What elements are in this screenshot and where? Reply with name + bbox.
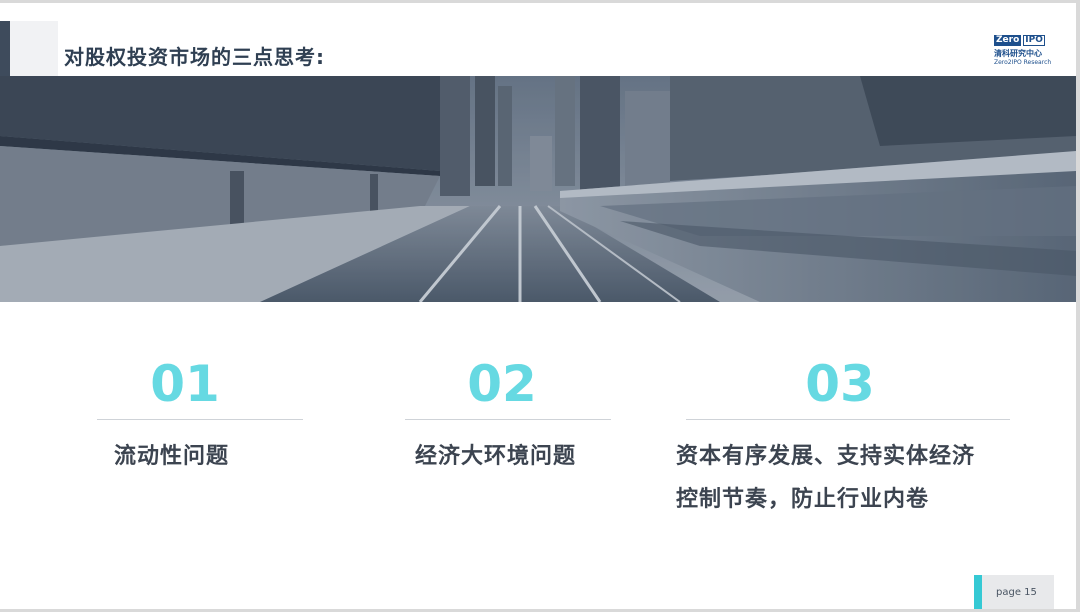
logo-chinese-name: 清科研究中心 — [994, 49, 1042, 58]
page-title: 对股权投资市场的三点思考: — [64, 45, 325, 69]
slide: 对股权投资市场的三点思考: Zero IPO 清科研究中心 Zero2IPO R… — [0, 3, 1076, 609]
page-indicator-accent — [974, 575, 982, 609]
point-3-label-line-1: 资本有序发展、支持实体经济 — [676, 444, 976, 469]
logo-word-left: Zero — [994, 35, 1022, 46]
logo-wordmark: Zero IPO — [994, 35, 1048, 46]
title-accent-box — [10, 21, 58, 77]
point-2-label: 经济大环境问题 — [415, 444, 577, 469]
logo-english-name: Zero2IPO Research — [994, 59, 1052, 66]
point-2-divider — [405, 419, 611, 420]
point-1-divider — [97, 419, 303, 420]
banner-image-train-tracks — [0, 76, 1076, 302]
zero2ipo-logo: Zero IPO 清科研究中心 Zero2IPO Research — [994, 35, 1052, 69]
point-1-number: 01 — [150, 355, 220, 413]
point-3-label-line-2: 控制节奏，防止行业内卷 — [676, 487, 930, 512]
point-1-label: 流动性问题 — [114, 444, 230, 469]
logo-word-right: IPO — [1023, 35, 1045, 46]
point-3-number: 03 — [805, 355, 875, 413]
point-3-divider — [686, 419, 1010, 420]
page-number: page 15 — [996, 587, 1037, 598]
banner-illustration — [0, 76, 1076, 302]
title-accent-bar — [0, 21, 10, 77]
point-2-number: 02 — [467, 355, 537, 413]
